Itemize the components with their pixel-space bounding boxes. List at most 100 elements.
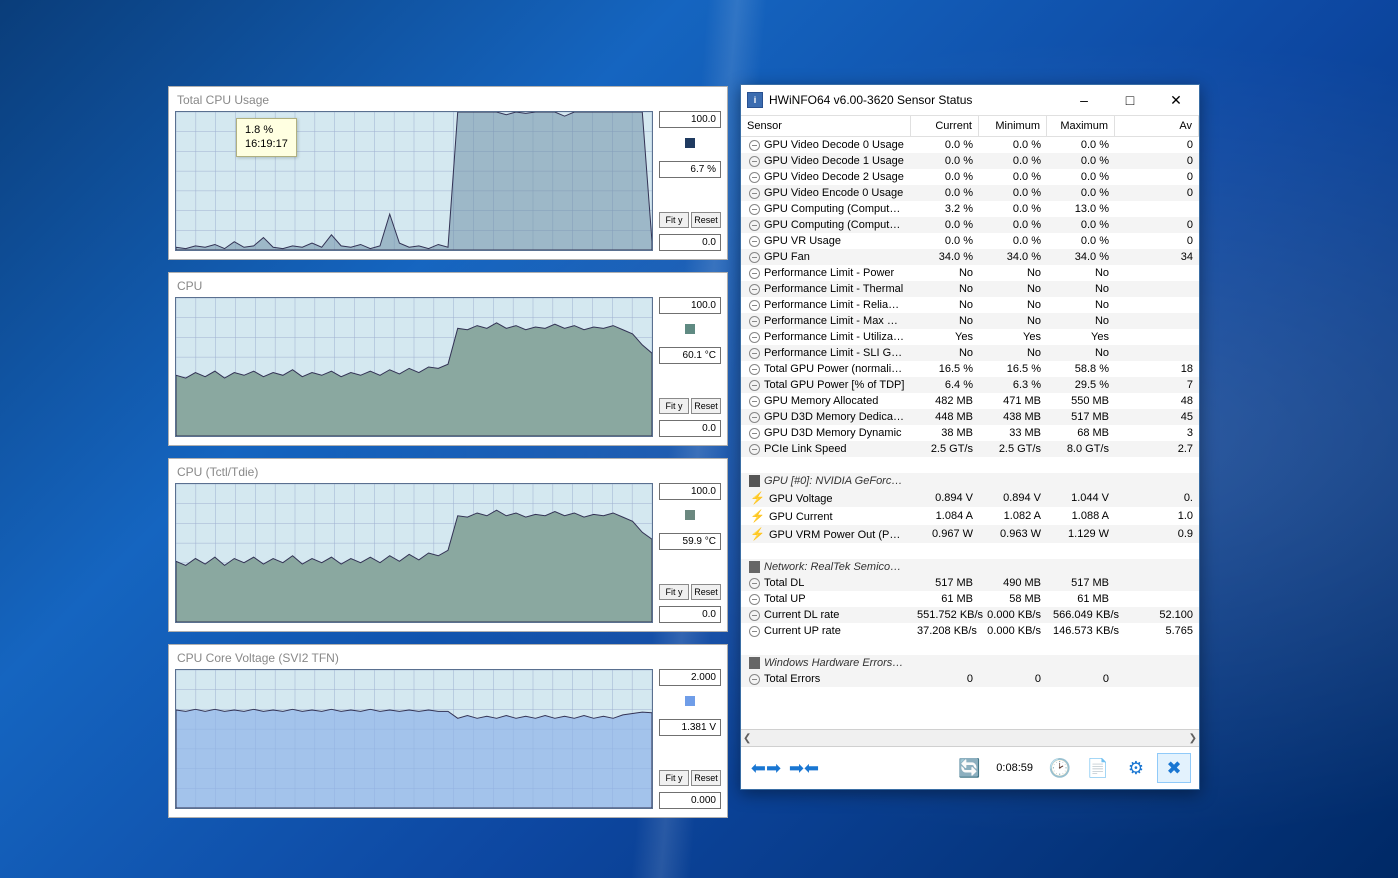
table-row[interactable]: PCIe Link Speed 2.5 GT/s 2.5 GT/s 8.0 GT… xyxy=(741,441,1199,457)
table-row[interactable]: GPU Video Decode 0 Usage 0.0 % 0.0 % 0.0… xyxy=(741,137,1199,153)
table-row[interactable]: Performance Limit - Max Op... No No No xyxy=(741,313,1199,329)
col-sensor[interactable]: Sensor xyxy=(741,116,911,136)
collapse-icon[interactable] xyxy=(749,578,760,589)
collapse-button[interactable]: ➡⬅ xyxy=(787,753,821,783)
close-button[interactable]: ✕ xyxy=(1153,85,1199,115)
table-row[interactable]: GPU D3D Memory Dedicated 448 MB 438 MB 5… xyxy=(741,409,1199,425)
collapse-icon[interactable] xyxy=(749,348,760,359)
collapse-icon[interactable] xyxy=(749,428,760,439)
current-value: 34.0 % xyxy=(911,250,979,264)
reset-button[interactable]: Reset xyxy=(691,584,721,600)
table-row[interactable]: Performance Limit - SLI GP... No No No xyxy=(741,345,1199,361)
tooltip-time: 16:19:17 xyxy=(245,137,288,151)
collapse-icon[interactable] xyxy=(749,674,760,685)
scroll-right-icon[interactable]: ❯ xyxy=(1189,733,1197,744)
table-row[interactable]: Total GPU Power (normalize... 16.5 % 16.… xyxy=(741,361,1199,377)
collapse-icon[interactable] xyxy=(749,610,760,621)
table-row[interactable]: GPU Video Decode 1 Usage 0.0 % 0.0 % 0.0… xyxy=(741,153,1199,169)
table-row[interactable]: Performance Limit - Power No No No xyxy=(741,265,1199,281)
collapse-icon[interactable] xyxy=(749,300,760,311)
min-value: 0.0 % xyxy=(979,186,1047,200)
collapse-icon[interactable] xyxy=(749,284,760,295)
collapse-icon[interactable] xyxy=(749,364,760,375)
collapse-icon[interactable] xyxy=(749,204,760,215)
close-sensors-icon[interactable]: ✖ xyxy=(1157,753,1191,783)
chart-plot[interactable]: 1.8 % 16:19:17 xyxy=(175,111,653,251)
collapse-icon[interactable] xyxy=(749,268,760,279)
collapse-icon[interactable] xyxy=(749,412,760,423)
avg-value xyxy=(1115,352,1199,354)
table-row[interactable]: ⚡GPU Current 1.084 A 1.082 A 1.088 A 1.0 xyxy=(741,507,1199,525)
collapse-icon[interactable] xyxy=(749,172,760,183)
reset-button[interactable]: Reset xyxy=(691,770,721,786)
collapse-icon[interactable] xyxy=(749,396,760,407)
group-row[interactable]: Network: RealTek Semicon... xyxy=(741,559,1199,575)
table-row[interactable]: GPU VR Usage 0.0 % 0.0 % 0.0 % 0 xyxy=(741,233,1199,249)
fit-y-button[interactable]: Fit y xyxy=(659,398,689,414)
table-row[interactable]: GPU D3D Memory Dynamic 38 MB 33 MB 68 MB… xyxy=(741,425,1199,441)
clock-icon[interactable]: 🕑 xyxy=(1043,753,1077,783)
table-row[interactable]: Performance Limit - Thermal No No No xyxy=(741,281,1199,297)
collapse-icon[interactable] xyxy=(749,188,760,199)
scroll-left-icon[interactable]: ❮ xyxy=(743,733,751,744)
current-value: 448 MB xyxy=(911,410,979,424)
collapse-icon[interactable] xyxy=(749,156,760,167)
sensor-name: Performance Limit - SLI GP... xyxy=(764,347,906,359)
min-value: No xyxy=(979,314,1047,328)
table-row[interactable]: ⚡GPU VRM Power Out (POUT) 0.967 W 0.963 … xyxy=(741,525,1199,543)
reset-button[interactable]: Reset xyxy=(691,212,721,228)
reset-button[interactable]: Reset xyxy=(691,398,721,414)
col-minimum[interactable]: Minimum xyxy=(979,116,1047,136)
collapse-icon[interactable] xyxy=(749,626,760,637)
chart-plot[interactable] xyxy=(175,483,653,623)
settings-icon[interactable]: ⚙ xyxy=(1119,753,1153,783)
table-row[interactable]: ⚡GPU Voltage 0.894 V 0.894 V 1.044 V 0. xyxy=(741,489,1199,507)
expand-button[interactable]: ⬅➡ xyxy=(749,753,783,783)
table-row[interactable]: Current UP rate 37.208 KB/s 0.000 KB/s 1… xyxy=(741,623,1199,639)
table-row[interactable]: GPU Computing (Compute_... 3.2 % 0.0 % 1… xyxy=(741,201,1199,217)
table-row[interactable]: GPU Video Decode 2 Usage 0.0 % 0.0 % 0.0… xyxy=(741,169,1199,185)
collapse-icon[interactable] xyxy=(749,380,760,391)
chart-plot[interactable] xyxy=(175,669,653,809)
log-icon[interactable]: 📄 xyxy=(1081,753,1115,783)
refresh-icon[interactable]: 🔄 xyxy=(952,753,986,783)
col-current[interactable]: Current xyxy=(911,116,979,136)
table-row[interactable]: Total Errors 0 0 0 xyxy=(741,671,1199,687)
table-row[interactable]: Performance Limit - Reliabili... No No N… xyxy=(741,297,1199,313)
minimize-button[interactable]: – xyxy=(1061,85,1107,115)
collapse-icon[interactable] xyxy=(749,594,760,605)
table-row[interactable]: GPU Video Encode 0 Usage 0.0 % 0.0 % 0.0… xyxy=(741,185,1199,201)
group-row[interactable]: GPU [#0]: NVIDIA GeForce... xyxy=(741,473,1199,489)
chart-plot[interactable] xyxy=(175,297,653,437)
avg-value xyxy=(1115,288,1199,290)
table-row[interactable]: Current DL rate 551.752 KB/s 0.000 KB/s … xyxy=(741,607,1199,623)
table-row[interactable]: GPU Memory Allocated 482 MB 471 MB 550 M… xyxy=(741,393,1199,409)
table-row[interactable]: Total DL 517 MB 490 MB 517 MB xyxy=(741,575,1199,591)
min-value: 0.963 W xyxy=(979,527,1047,541)
col-average[interactable]: Av xyxy=(1115,116,1199,136)
group-row[interactable]: Windows Hardware Errors (... xyxy=(741,655,1199,671)
table-row[interactable]: Total GPU Power [% of TDP] 6.4 % 6.3 % 2… xyxy=(741,377,1199,393)
sensor-body[interactable]: GPU Video Decode 0 Usage 0.0 % 0.0 % 0.0… xyxy=(741,137,1199,729)
h-scrollbar[interactable]: ❮ ❯ xyxy=(741,729,1199,746)
fit-y-button[interactable]: Fit y xyxy=(659,584,689,600)
collapse-icon[interactable] xyxy=(749,252,760,263)
fit-y-button[interactable]: Fit y xyxy=(659,770,689,786)
table-row[interactable]: Performance Limit - Utilization Yes Yes … xyxy=(741,329,1199,345)
titlebar[interactable]: i HWiNFO64 v6.00-3620 Sensor Status – □ … xyxy=(741,85,1199,115)
collapse-icon[interactable] xyxy=(749,316,760,327)
col-maximum[interactable]: Maximum xyxy=(1047,116,1115,136)
current-value: 0.967 W xyxy=(911,527,979,541)
maximize-button[interactable]: □ xyxy=(1107,85,1153,115)
collapse-icon[interactable] xyxy=(749,236,760,247)
max-value: 0.0 % xyxy=(1047,186,1115,200)
fit-y-button[interactable]: Fit y xyxy=(659,212,689,228)
table-row[interactable]: Total UP 61 MB 58 MB 61 MB xyxy=(741,591,1199,607)
collapse-icon[interactable] xyxy=(749,444,760,455)
collapse-icon[interactable] xyxy=(749,220,760,231)
table-row[interactable]: GPU Fan 34.0 % 34.0 % 34.0 % 34 xyxy=(741,249,1199,265)
collapse-icon[interactable] xyxy=(749,140,760,151)
collapse-icon[interactable] xyxy=(749,332,760,343)
chart-title: CPU Core Voltage (SVI2 TFN) xyxy=(169,645,727,669)
table-row[interactable]: GPU Computing (Compute_... 0.0 % 0.0 % 0… xyxy=(741,217,1199,233)
